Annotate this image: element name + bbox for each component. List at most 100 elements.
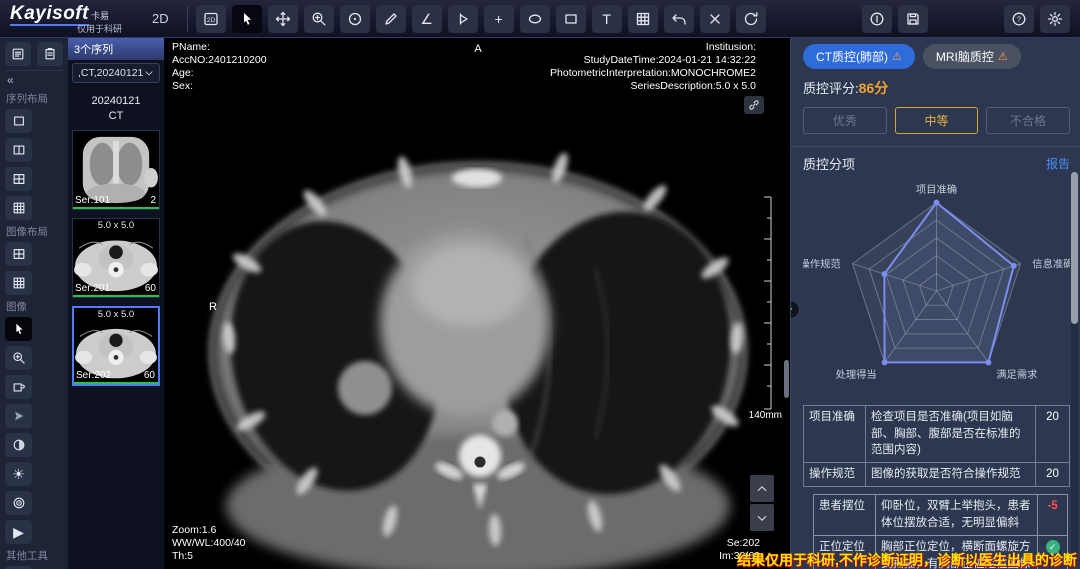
overlay-line: Institusion: bbox=[550, 41, 756, 54]
length-tool-button[interactable] bbox=[376, 5, 406, 33]
warning-icon: ⚠ bbox=[892, 50, 902, 63]
toolbar-main-group: 2D ∠ + T bbox=[196, 5, 766, 33]
scale-ruler bbox=[760, 195, 774, 411]
sidebar-top-icons bbox=[5, 42, 63, 71]
orientation-anterior-label: A bbox=[474, 43, 481, 55]
pan-tool-button[interactable] bbox=[268, 5, 298, 33]
layout-grid-icon bbox=[635, 11, 651, 27]
report-panel-button[interactable] bbox=[37, 42, 63, 66]
zoom-tool-button[interactable] bbox=[304, 5, 334, 33]
qc-panel-collapse-button[interactable]: › bbox=[790, 300, 800, 319]
thumbnail-series-number: Ser:202 bbox=[76, 370, 111, 381]
image-layout-3x3-button[interactable] bbox=[5, 271, 32, 295]
save-icon bbox=[905, 11, 921, 27]
undo-button[interactable] bbox=[664, 5, 694, 33]
mpr-2d-button[interactable]: 2D bbox=[196, 5, 226, 33]
grade-button-不合格[interactable]: 不合格 bbox=[986, 107, 1070, 134]
scroll-down-button[interactable] bbox=[750, 504, 774, 531]
image-target-icon bbox=[12, 496, 26, 510]
settings-gear-button[interactable] bbox=[1040, 5, 1070, 33]
series-layout-2col-button[interactable] bbox=[5, 138, 32, 162]
layout-grid-button[interactable] bbox=[628, 5, 658, 33]
sidebar-section-title: 序列布局 bbox=[6, 91, 63, 106]
image-viewport[interactable]: PName:AccNO:2401210200Age:Sex: Institusi… bbox=[165, 38, 790, 569]
series-layout-2x2-button[interactable] bbox=[5, 167, 32, 191]
warning-icon: ⚠ bbox=[998, 50, 1008, 63]
qc-row-label: 操作规范 bbox=[804, 463, 866, 487]
reset-button[interactable] bbox=[736, 5, 766, 33]
delete-annotation-button[interactable] bbox=[700, 5, 730, 33]
cursor-tool-icon bbox=[239, 11, 255, 27]
text-tool-icon: T bbox=[602, 12, 611, 26]
qc-row-desc: 图像的获取是否符合操作规范 bbox=[866, 463, 1036, 487]
thumbnail-series-number: Ser:101 bbox=[75, 195, 110, 206]
image-magnifier-icon bbox=[12, 351, 26, 365]
sidebar-icon-grid: ☀▶ bbox=[5, 317, 63, 544]
info-button[interactable] bbox=[862, 5, 892, 33]
image-brightness-icon: ☀ bbox=[12, 467, 25, 481]
image-flip-rotate-button[interactable] bbox=[5, 375, 32, 399]
app-logo: Kayisoft卡易 仅用于科研 bbox=[0, 4, 150, 34]
text-tool-button[interactable]: T bbox=[592, 5, 622, 33]
series-thumbnail-ser-201[interactable]: 5.0 x 5.0Ser:20160 bbox=[72, 218, 160, 298]
rect-tool-button[interactable] bbox=[556, 5, 586, 33]
panel-layout-button[interactable] bbox=[5, 42, 31, 66]
thumbnail-image-count: 2 bbox=[150, 195, 156, 206]
series-layout-3x3-button[interactable] bbox=[5, 196, 32, 220]
image-magnifier-button[interactable] bbox=[5, 346, 32, 370]
cine-play-icon: ▶ bbox=[13, 525, 24, 539]
qc-scrollbar-thumb[interactable] bbox=[1071, 172, 1078, 324]
cine-play-button[interactable]: ▶ bbox=[5, 520, 32, 544]
image-contrast-icon bbox=[12, 438, 26, 452]
thumbnail-pixel-label: 5.0 x 5.0 bbox=[73, 220, 159, 231]
panel-layout-icon bbox=[11, 47, 25, 61]
cobb-angle-button[interactable] bbox=[448, 5, 478, 33]
ellipse-tool-button[interactable] bbox=[520, 5, 550, 33]
thumbnail-image-count: 60 bbox=[144, 370, 155, 381]
grade-button-优秀[interactable]: 优秀 bbox=[803, 107, 887, 134]
logo-cn-text: 卡易 bbox=[91, 11, 109, 21]
ct-axial-image bbox=[165, 38, 790, 569]
study-dropdown[interactable]: ,CT,20240121 bbox=[72, 63, 160, 83]
image-target-button[interactable] bbox=[5, 491, 32, 515]
qc-scrollbar-track[interactable] bbox=[1071, 172, 1078, 564]
point-tool-button[interactable]: + bbox=[484, 5, 514, 33]
image-brightness-button[interactable]: ☀ bbox=[5, 462, 32, 486]
link-sync-button[interactable] bbox=[744, 96, 764, 114]
image-contrast-button[interactable] bbox=[5, 433, 32, 457]
overlay-line: WW/WL:400/40 bbox=[172, 537, 246, 550]
qc-report-link[interactable]: 报告 bbox=[1046, 155, 1070, 172]
image-send-button[interactable] bbox=[5, 404, 32, 428]
overlay-line: AccNO:2401210200 bbox=[172, 54, 267, 67]
scroll-up-button[interactable] bbox=[750, 475, 774, 502]
image-layout-2x2-button[interactable] bbox=[5, 242, 32, 266]
image-cursor-button[interactable] bbox=[5, 317, 32, 341]
series-layout-1-button[interactable] bbox=[5, 109, 32, 133]
cursor-tool-button[interactable] bbox=[232, 5, 262, 33]
help-button[interactable]: ? bbox=[1004, 5, 1034, 33]
viewer-scrollbar-thumb[interactable] bbox=[784, 360, 789, 398]
save-button[interactable] bbox=[898, 5, 928, 33]
grade-button-中等[interactable]: 中等 bbox=[895, 107, 979, 134]
sidebar-collapse-button[interactable]: « bbox=[5, 71, 63, 87]
pan-tool-icon bbox=[275, 11, 291, 27]
rect-tool-icon bbox=[563, 11, 579, 27]
angle-tool-button[interactable]: ∠ bbox=[412, 5, 442, 33]
probe-tool-button[interactable] bbox=[340, 5, 370, 33]
svg-text:项目准确: 项目准确 bbox=[916, 183, 957, 196]
thumbnail-progress-bar bbox=[73, 295, 159, 297]
qc-table-row: 项目准确检查项目是否准确(项目如脑部、胸部、腹部是否在标准的范围内容)20 bbox=[804, 406, 1070, 463]
qc-row-score: 20 bbox=[1036, 463, 1070, 487]
penalty-score: -5 bbox=[1047, 500, 1057, 512]
svg-text:?: ? bbox=[1017, 14, 1021, 23]
series-thumbnail-ser-101[interactable]: Ser:101 2 bbox=[72, 130, 160, 210]
qc-subsection-title: 质控分项 bbox=[803, 154, 855, 173]
qc-tab-ct[interactable]: CT质控(肺部)⚠ bbox=[803, 44, 915, 69]
series-thumbnail-ser-202[interactable]: 5.0 x 5.0Ser:20260 bbox=[72, 306, 160, 386]
info-icon bbox=[869, 11, 885, 27]
overlay-line: Sex: bbox=[172, 80, 267, 93]
thumbnail-progress-bar bbox=[73, 207, 159, 209]
series-count-header: 3个序列 bbox=[68, 38, 164, 60]
qc-tab-mri[interactable]: MRI脑质控⚠ bbox=[923, 44, 1021, 69]
mpr-2d-icon: 2D bbox=[203, 11, 219, 27]
